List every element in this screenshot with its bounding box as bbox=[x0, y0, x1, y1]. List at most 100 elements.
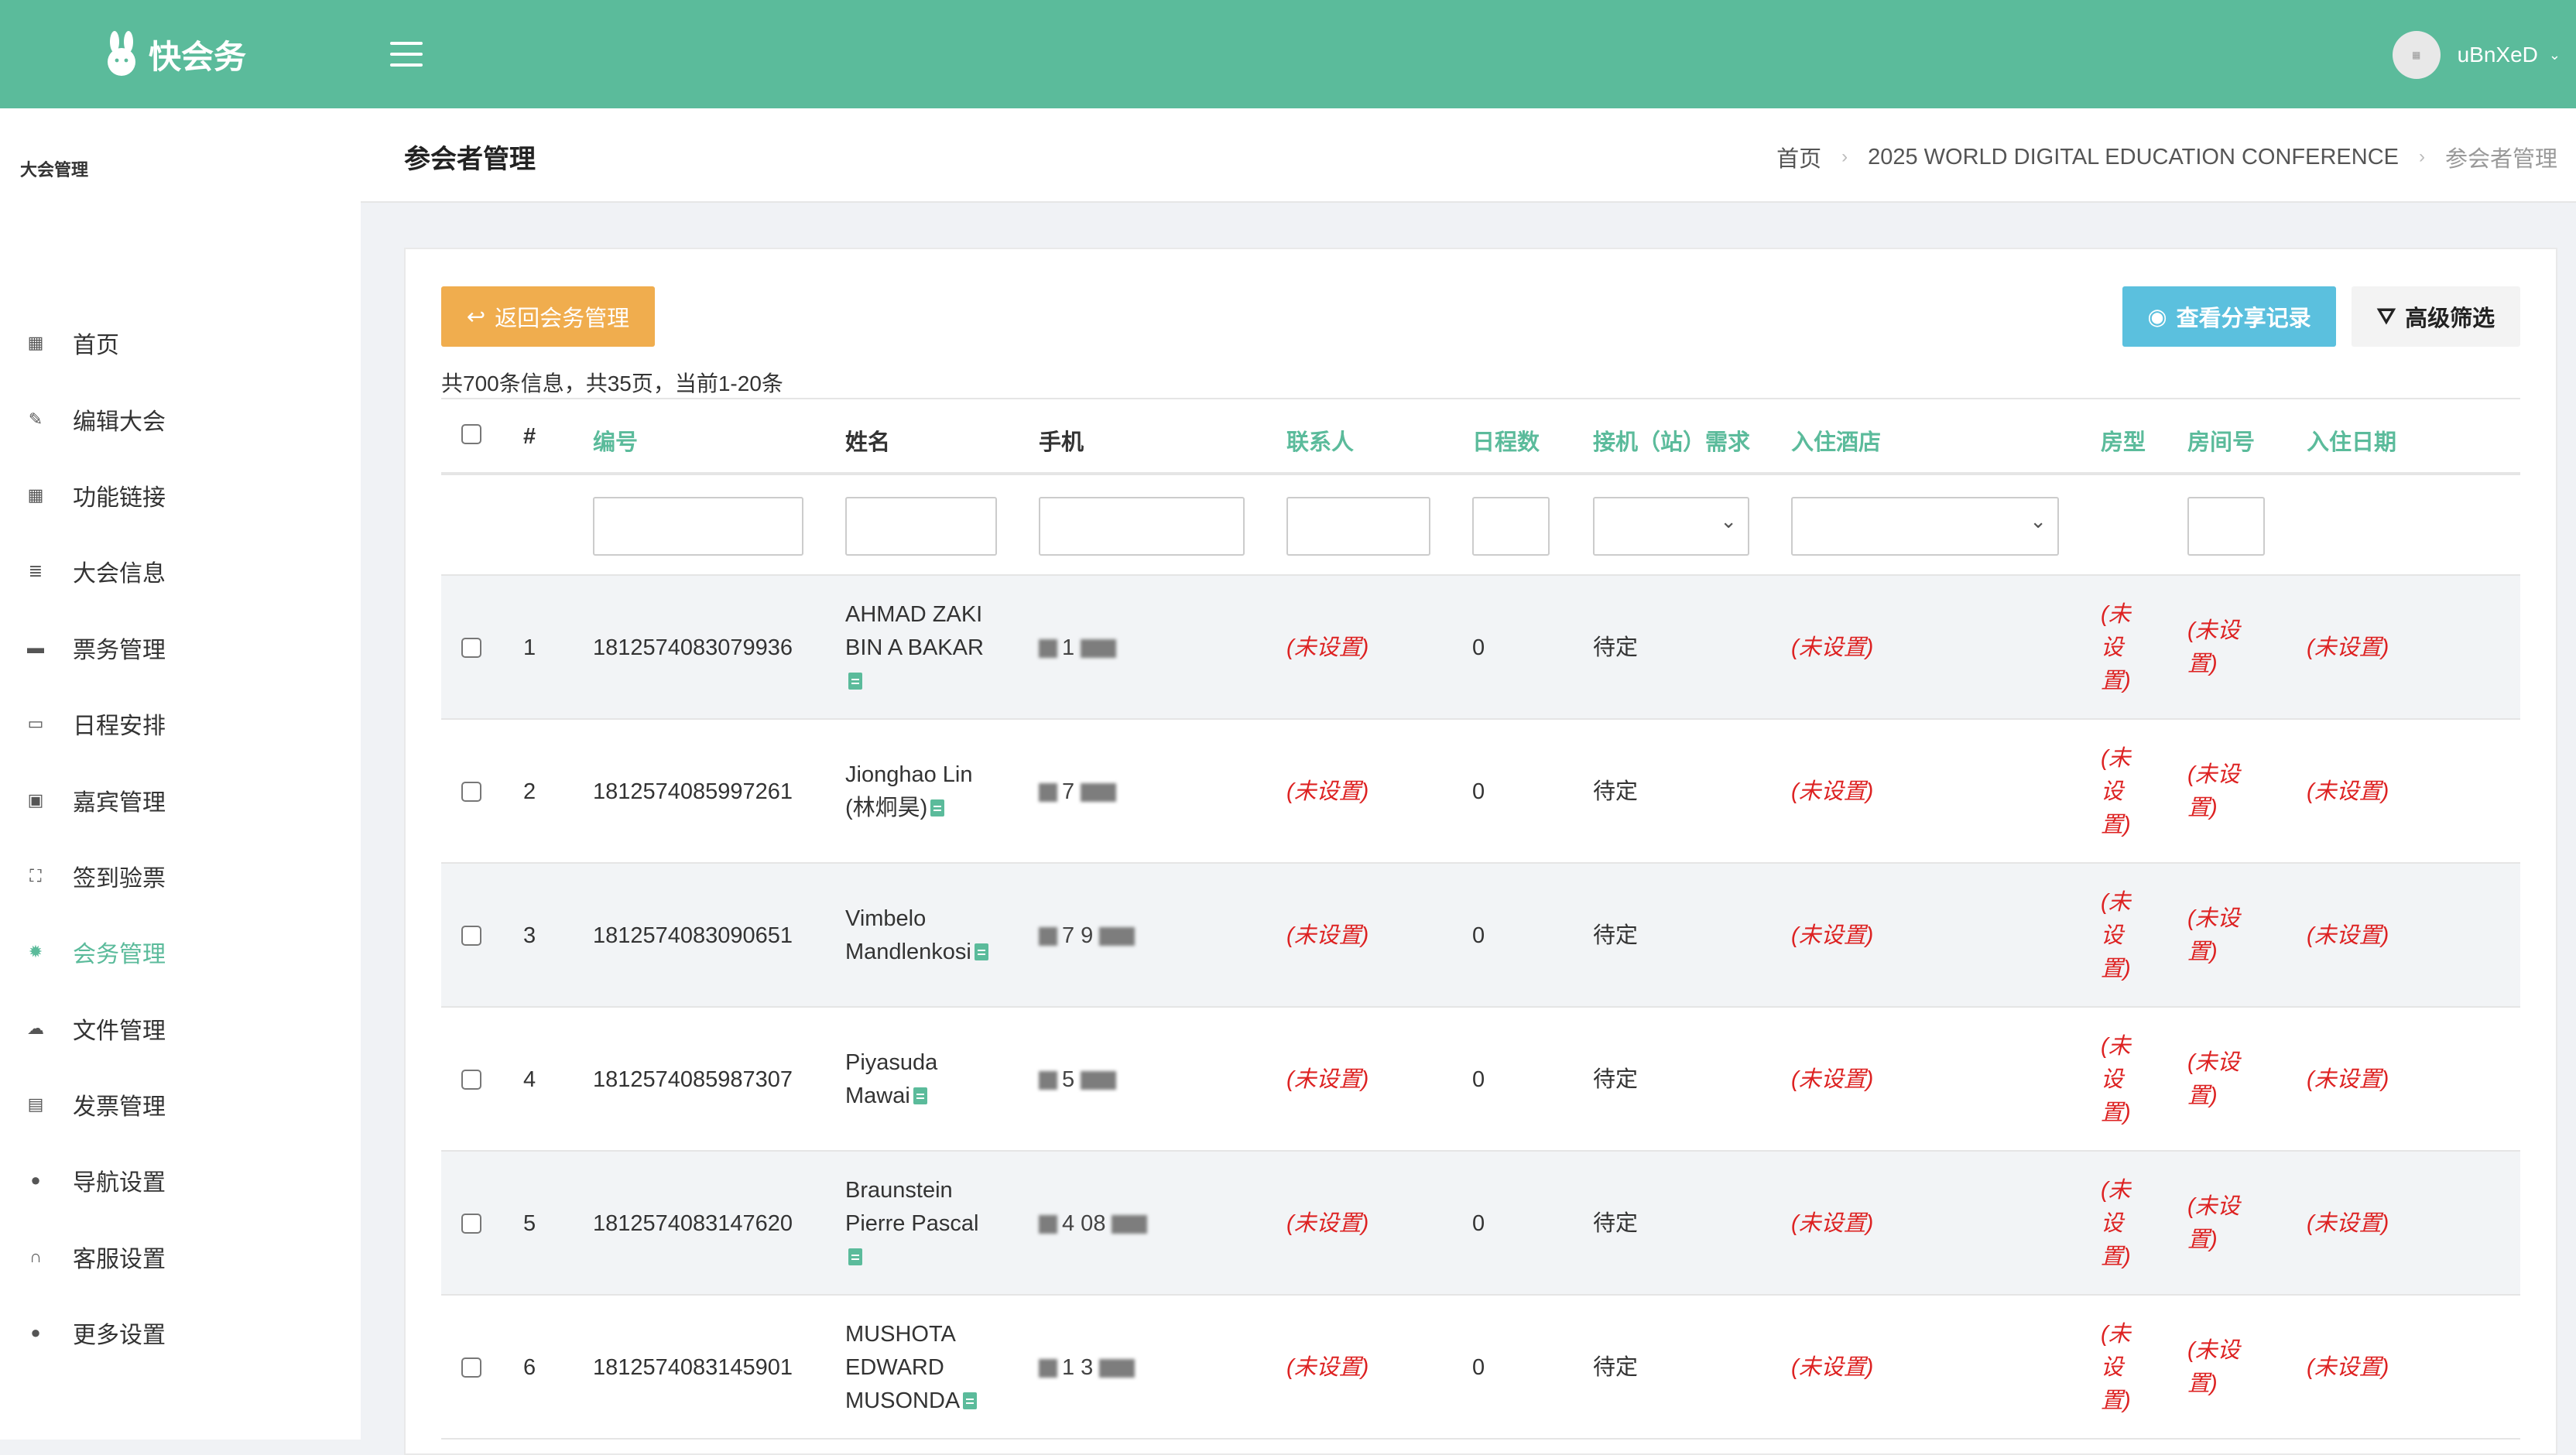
room-type-line: (未 bbox=[2101, 746, 2131, 771]
phone-blur bbox=[1039, 639, 1057, 659]
col-days[interactable]: 日程数 bbox=[1472, 424, 1540, 457]
row-days: 0 bbox=[1472, 1355, 1485, 1380]
attendee-table: # 编号 姓名 手机 联系人 日程数 接机（站）需求 入住酒店 房型 房间号 入… bbox=[441, 398, 2520, 1440]
sidebar-item[interactable]: ✹ 会务管理 bbox=[0, 914, 361, 990]
document-icon[interactable] bbox=[963, 1392, 978, 1409]
row-num: 3 bbox=[523, 923, 536, 948]
document-icon[interactable] bbox=[930, 799, 945, 817]
row-code[interactable]: 1812574083145901 bbox=[593, 1351, 793, 1385]
attendee-name[interactable]: AHMAD ZAKI BIN A BAKAR bbox=[845, 598, 1000, 698]
view-share-records-button[interactable]: ◉ 查看分享记录 bbox=[2122, 286, 2336, 347]
sidebar-item[interactable]: ▦ 功能链接 bbox=[0, 457, 361, 533]
room-type-line: 置) bbox=[2101, 813, 2131, 837]
phone-blur bbox=[1099, 1359, 1136, 1378]
document-icon[interactable] bbox=[913, 1087, 927, 1104]
room-type-line: 设 bbox=[2101, 1355, 2124, 1380]
table-row: 3 1812574083090651 Vimbelo Mandlenkosi 7 9 (未… bbox=[441, 864, 2520, 1008]
user-menu[interactable]: ▦ uBnXeD ⌄ bbox=[2392, 31, 2561, 79]
room-type-line: (未 bbox=[2101, 890, 2131, 915]
phone-masked: 7 9 bbox=[1039, 919, 1136, 953]
row-pickup: 待定 bbox=[1593, 1211, 1639, 1236]
row-code[interactable]: 1812574083147620 bbox=[593, 1207, 793, 1241]
row-checkbox[interactable] bbox=[461, 638, 481, 658]
row-code[interactable]: 1812574085997261 bbox=[593, 775, 793, 809]
chevron-right-icon: › bbox=[1841, 146, 1848, 167]
sidebar-item[interactable]: ✎ 编辑大会 bbox=[0, 381, 361, 457]
phone-filter-input[interactable] bbox=[1039, 497, 1245, 556]
row-code[interactable]: 1812574085987307 bbox=[593, 1063, 793, 1097]
table-row: 6 1812574083145901 MUSHOTA EDWARD MUSONDA 1 3… bbox=[441, 1296, 2520, 1440]
row-code[interactable]: 1812574083079936 bbox=[593, 632, 793, 665]
sidebar-item[interactable]: ▭ 日程安排 bbox=[0, 686, 361, 762]
select-all-checkbox[interactable] bbox=[461, 424, 481, 444]
sidebar-section-title: 大会管理 bbox=[20, 160, 89, 180]
room-no-line: (未设 bbox=[2187, 1050, 2240, 1075]
phone-visible-digits: 7 bbox=[1062, 779, 1075, 804]
col-room-no[interactable]: 房间号 bbox=[2187, 424, 2255, 457]
document-icon[interactable] bbox=[848, 1248, 862, 1265]
advanced-filter-button[interactable]: ⛛ 高级筛选 bbox=[2352, 286, 2520, 347]
row-room-no: (未设 置) bbox=[2187, 1190, 2240, 1257]
phone-blur bbox=[1039, 1359, 1057, 1378]
page-title: 参会者管理 bbox=[404, 145, 536, 174]
row-room-no: (未设 置) bbox=[2187, 902, 2240, 969]
row-checkbox[interactable] bbox=[461, 1070, 481, 1090]
col-contact[interactable]: 联系人 bbox=[1286, 424, 1354, 457]
document-icon[interactable] bbox=[974, 943, 988, 960]
sidebar-item[interactable]: ∩ 客服设置 bbox=[0, 1219, 361, 1295]
row-checkbox[interactable] bbox=[461, 782, 481, 802]
sidebar-item[interactable]: ▦ 首页 bbox=[0, 305, 361, 381]
sidebar-item[interactable]: ⛶ 签到验票 bbox=[0, 838, 361, 914]
row-contact: (未设置) bbox=[1286, 779, 1369, 804]
sidebar-item[interactable]: ● 导航设置 bbox=[0, 1142, 361, 1218]
menu-toggle-icon[interactable] bbox=[390, 42, 423, 67]
attendee-name[interactable]: MUSHOTA EDWARD MUSONDA bbox=[845, 1318, 1000, 1418]
col-checkin[interactable]: 入住日期 bbox=[2307, 424, 2396, 457]
sidebar-item[interactable]: ▤ 发票管理 bbox=[0, 1066, 361, 1142]
sidebar-item[interactable]: ▬ 票务管理 bbox=[0, 610, 361, 686]
col-hotel[interactable]: 入住酒店 bbox=[1791, 424, 1881, 457]
days-filter-input[interactable] bbox=[1472, 497, 1550, 556]
row-checkbox[interactable] bbox=[461, 926, 481, 946]
attendee-name[interactable]: Piyasuda Mawai bbox=[845, 1046, 1000, 1113]
contact-filter-input[interactable] bbox=[1286, 497, 1430, 556]
row-hotel: (未设置) bbox=[1791, 923, 1874, 948]
attendee-name[interactable]: Jionghao Lin (林炯昊) bbox=[845, 758, 1000, 825]
code-filter-input[interactable] bbox=[593, 497, 803, 556]
row-checkbox[interactable] bbox=[461, 1357, 481, 1378]
sidebar-item[interactable]: ▣ 嘉宾管理 bbox=[0, 762, 361, 837]
row-pickup: 待定 bbox=[1593, 779, 1639, 804]
room-no-line: 置) bbox=[2187, 1084, 2218, 1108]
room-type-line: (未 bbox=[2101, 1034, 2131, 1059]
breadcrumb-conference[interactable]: 2025 WORLD DIGITAL EDUCATION CONFERENCE bbox=[1868, 145, 2399, 170]
phone-blur bbox=[1081, 783, 1117, 803]
room-no-filter-input[interactable] bbox=[2187, 497, 2265, 556]
col-pickup[interactable]: 接机（站）需求 bbox=[1593, 424, 1750, 457]
name-filter-input[interactable] bbox=[845, 497, 997, 556]
hotel-filter-select[interactable] bbox=[1791, 497, 2059, 556]
sidebar-item[interactable]: ≣ 大会信息 bbox=[0, 533, 361, 609]
attendee-name[interactable]: Vimbelo Mandlenkosi bbox=[845, 902, 1000, 969]
phone-visible-digits: 7 9 bbox=[1062, 923, 1094, 948]
room-no-line: (未设 bbox=[2187, 1194, 2240, 1219]
document-icon[interactable] bbox=[848, 672, 862, 690]
col-room-type[interactable]: 房型 bbox=[2101, 424, 2146, 457]
col-code[interactable]: 编号 bbox=[593, 424, 638, 457]
phone-visible-digits: 4 08 bbox=[1062, 1211, 1106, 1236]
room-type-line: 置) bbox=[2101, 1244, 2131, 1269]
sidebar-item[interactable]: ☁ 文件管理 bbox=[0, 991, 361, 1066]
row-pickup: 待定 bbox=[1593, 923, 1639, 948]
pickup-filter-select[interactable] bbox=[1593, 497, 1749, 556]
breadcrumb-home[interactable]: 首页 bbox=[1776, 141, 1821, 173]
phone-masked: 7 bbox=[1039, 775, 1117, 809]
row-code[interactable]: 1812574083090651 bbox=[593, 919, 793, 953]
filter-icon: ⛛ bbox=[2376, 303, 2396, 329]
sidebar-item[interactable]: ● 更多设置 bbox=[0, 1295, 361, 1371]
row-checkbox[interactable] bbox=[461, 1214, 481, 1234]
app-logo[interactable]: 快会务 bbox=[104, 31, 246, 77]
gear-icon: ✹ bbox=[28, 942, 43, 962]
row-pickup: 待定 bbox=[1593, 1355, 1639, 1380]
attendee-name[interactable]: Braunstein Pierre Pascal bbox=[845, 1174, 1000, 1274]
name-text: BIN A BAKAR bbox=[845, 635, 984, 660]
back-button[interactable]: ↩ 返回会务管理 bbox=[441, 286, 655, 347]
